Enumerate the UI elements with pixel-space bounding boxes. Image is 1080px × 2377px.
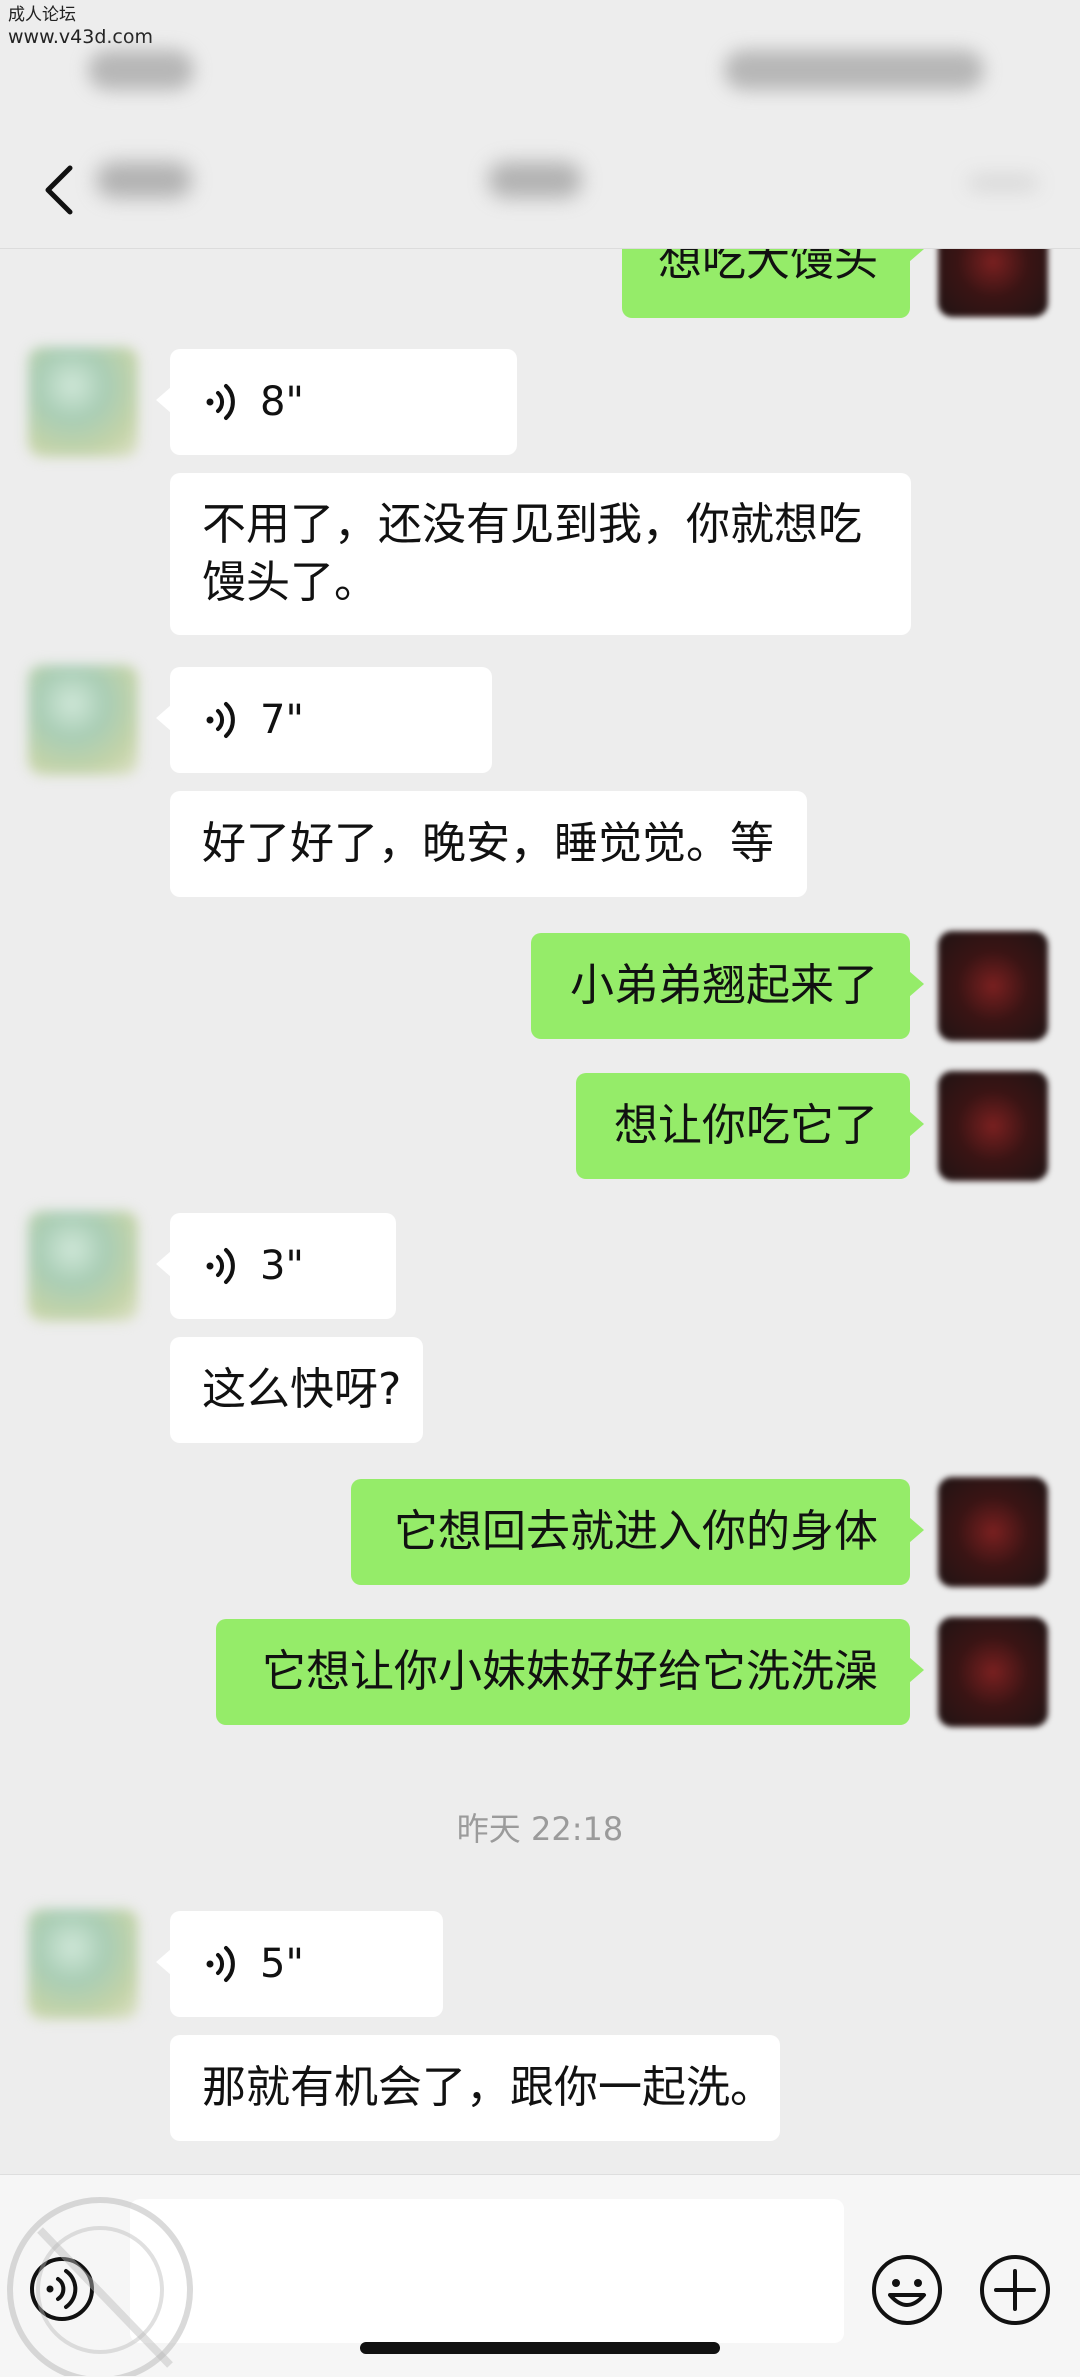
avatar-self[interactable]: [938, 1071, 1048, 1181]
plus-circle-icon[interactable]: [978, 2253, 1052, 2327]
voice-message[interactable]: 5": [156, 1911, 443, 2017]
contact-name-blurred: [488, 162, 582, 198]
message-text-line1: 不用了，还没有见到我，你就想吃: [202, 499, 862, 550]
message-text: 它想让你小妹妹好好给它洗洗澡: [262, 1646, 878, 1697]
message-bubble-received[interactable]: 那就有机会了，跟你一起洗。: [170, 2035, 780, 2141]
chat-header: [0, 120, 1080, 248]
avatar-self[interactable]: [938, 249, 1048, 317]
message-text-line2: 馒头了。: [202, 557, 378, 608]
avatar-self[interactable]: [938, 931, 1048, 1041]
watermark-line2: www.v43d.com: [8, 26, 154, 48]
message-text: 这么快呀?: [202, 1364, 402, 1415]
message-input[interactable]: [130, 2199, 844, 2343]
message-list[interactable]: 想吃大馒头 8" 不用了，还没有见到我，你就想吃 馒头了。 7" 好了好了，晚安…: [0, 249, 1080, 2174]
avatar-contact[interactable]: [28, 665, 138, 775]
voice-wave-icon: [206, 702, 235, 738]
voice-message[interactable]: 7": [156, 667, 492, 773]
message-bubble-received[interactable]: 好了好了，晚安，睡觉觉。等: [170, 791, 807, 897]
message-bubble-sent[interactable]: 想让你吃它了: [576, 1073, 924, 1179]
back-label-blurred: [96, 162, 192, 198]
status-bar-time-blurred: [88, 50, 194, 90]
voice-wave-icon: [206, 1248, 235, 1284]
avatar-contact[interactable]: [28, 1211, 138, 1321]
voice-duration: 5": [260, 1941, 304, 1987]
voice-message[interactable]: 3": [156, 1213, 396, 1319]
status-bar-icons-blurred: [724, 50, 984, 90]
watermark-line1: 成人论坛: [8, 5, 76, 25]
avatar-contact[interactable]: [28, 1909, 138, 2019]
message-text: 那就有机会了，跟你一起洗。: [202, 2062, 774, 2113]
time-separator: 昨天 22:18: [456, 1810, 624, 1848]
voice-wave-icon: [206, 384, 235, 420]
emoji-icon[interactable]: [870, 2253, 944, 2327]
voice-duration: 7": [260, 697, 304, 743]
message-text: 好了好了，晚安，睡觉觉。等: [202, 818, 774, 869]
message-text: 它想回去就进入你的身体: [394, 1506, 878, 1557]
message-text: 小弟弟翘起来了: [570, 960, 878, 1011]
voice-duration: 3": [260, 1243, 304, 1289]
voice-wave-icon: [206, 1946, 235, 1982]
voice-message[interactable]: 8": [156, 349, 517, 455]
message-text: 想让你吃它了: [614, 1100, 878, 1151]
chevron-left-icon[interactable]: [40, 160, 80, 220]
message-bubble-sent[interactable]: 它想回去就进入你的身体: [351, 1479, 924, 1585]
more-button-blurred[interactable]: [968, 176, 1038, 190]
watermark: 成人论坛 www.v43d.com: [8, 4, 153, 48]
message-bubble-sent[interactable]: 小弟弟翘起来了: [531, 933, 924, 1039]
message-bubble-sent[interactable]: 想吃大馒头: [622, 249, 924, 318]
message-text: 想吃大馒头: [658, 249, 878, 286]
message-bubble-received[interactable]: 这么快呀?: [170, 1337, 423, 1443]
avatar-self[interactable]: [938, 1477, 1048, 1587]
message-bubble-received[interactable]: 不用了，还没有见到我，你就想吃 馒头了。: [170, 473, 911, 635]
home-indicator[interactable]: [360, 2342, 720, 2354]
avatar-self[interactable]: [938, 1617, 1048, 1727]
voice-toggle-icon[interactable]: [28, 2255, 96, 2323]
avatar-contact[interactable]: [28, 347, 138, 457]
message-bubble-sent[interactable]: 它想让你小妹妹好好给它洗洗澡: [216, 1619, 924, 1725]
voice-duration: 8": [260, 379, 304, 425]
